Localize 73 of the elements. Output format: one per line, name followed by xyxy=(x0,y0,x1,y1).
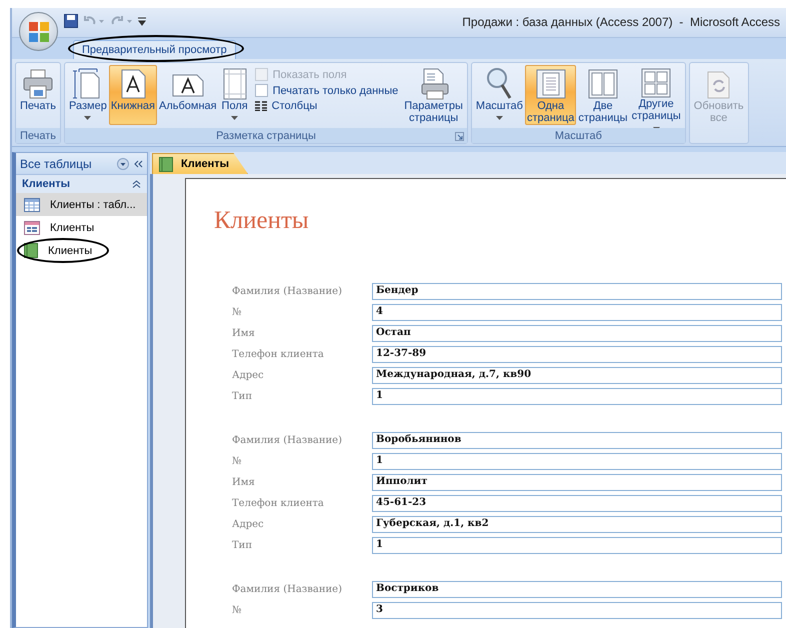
field-label: Фамилия (Название) xyxy=(232,286,343,297)
dropdown-icon[interactable] xyxy=(117,158,129,170)
printer-icon xyxy=(22,68,54,100)
collapse-pane-icon[interactable] xyxy=(133,160,143,168)
ribbon-button[interactable]: Размер xyxy=(67,65,109,125)
field-value: Остап xyxy=(372,325,782,342)
caret-icon xyxy=(84,116,92,120)
field-label: Имя xyxy=(232,328,256,339)
group-label: Печать xyxy=(20,130,56,142)
caret-icon xyxy=(231,116,238,120)
window-title: Продажи : база данных (Access 2007) - Microsoft Access xyxy=(462,15,780,29)
checkbox-option[interactable]: Печатать только данные xyxy=(254,84,398,97)
field-value: Ипполит xyxy=(372,474,782,491)
columns-button[interactable]: Столбцы xyxy=(254,100,398,112)
ribbon-tab[interactable]: Предварительный просмотр xyxy=(73,40,236,59)
ribbon-button[interactable]: Одна страница xyxy=(524,65,576,125)
columns-icon xyxy=(254,101,267,111)
customize-icon[interactable] xyxy=(138,16,146,26)
field-label: Фамилия (Название) xyxy=(232,584,343,595)
field-label: Имя xyxy=(232,477,256,488)
report-icon xyxy=(159,156,173,172)
office-button[interactable] xyxy=(19,12,58,51)
nav-item[interactable]: Клиенты xyxy=(16,216,147,239)
ribbon-button[interactable]: Параметры страницы xyxy=(402,65,465,125)
magnifier-icon xyxy=(485,67,514,101)
document-tab[interactable]: Клиенты xyxy=(152,153,248,174)
field-label: Фамилия (Название) xyxy=(232,435,343,446)
field-value: 1 xyxy=(372,537,782,554)
field-value: 4 xyxy=(372,304,782,321)
ribbon-button[interactable]: Книжная xyxy=(108,65,157,125)
four-pages-icon xyxy=(641,68,672,98)
ribbon-button[interactable]: Альбомная xyxy=(157,65,219,125)
field-value: 1 xyxy=(372,453,782,470)
field-value: Бендер xyxy=(372,283,782,300)
form-icon xyxy=(24,220,40,234)
field-value: 3 xyxy=(372,602,782,619)
field-value: Губерская, д.1, кв2 xyxy=(372,516,782,533)
field-value: 12-37-89 xyxy=(372,346,782,363)
ribbon-button[interactable]: Поля xyxy=(218,65,251,125)
field-label: № xyxy=(232,456,242,467)
group-label: Разметка страницы xyxy=(216,130,316,142)
field-value: Востриков xyxy=(372,581,782,598)
nav-item[interactable]: Клиенты : табл... xyxy=(16,193,147,216)
office-logo-icon xyxy=(28,20,50,42)
collapse-icon xyxy=(132,180,141,188)
nav-item[interactable]: Клиенты xyxy=(16,239,147,262)
dialog-launcher-icon[interactable] xyxy=(454,132,464,141)
nav-group-header[interactable]: Клиенты xyxy=(16,175,147,193)
field-label: № xyxy=(232,605,242,616)
margins-icon xyxy=(220,68,249,100)
report-icon xyxy=(24,243,38,258)
portrait-page-icon xyxy=(118,68,147,100)
field-value: 1 xyxy=(372,388,782,405)
ribbon-button[interactable]: Масштаб xyxy=(474,65,525,125)
ribbon-button[interactable]: Печать xyxy=(18,65,58,125)
field-label: № xyxy=(232,307,242,318)
caret-icon xyxy=(496,116,503,120)
field-value: 45-61-23 xyxy=(372,495,782,512)
ribbon-button[interactable]: Две страницы xyxy=(576,65,630,125)
two-pages-icon xyxy=(588,69,618,99)
field-label: Тип xyxy=(232,391,253,402)
one-page-icon xyxy=(536,69,566,99)
field-label: Телефон клиента xyxy=(232,349,325,360)
field-label: Тип xyxy=(232,540,253,551)
field-label: Телефон клиента xyxy=(232,498,325,509)
field-label: Адрес xyxy=(232,519,265,530)
table-icon xyxy=(24,198,40,212)
save-icon[interactable] xyxy=(64,14,78,28)
report-title: Клиенты xyxy=(214,207,310,235)
field-label: Адрес xyxy=(232,370,265,381)
group-label: Масштаб xyxy=(554,130,602,142)
field-value: Воробьянинов xyxy=(372,432,782,449)
field-value: Международная, д.7, кв90 xyxy=(372,367,782,384)
